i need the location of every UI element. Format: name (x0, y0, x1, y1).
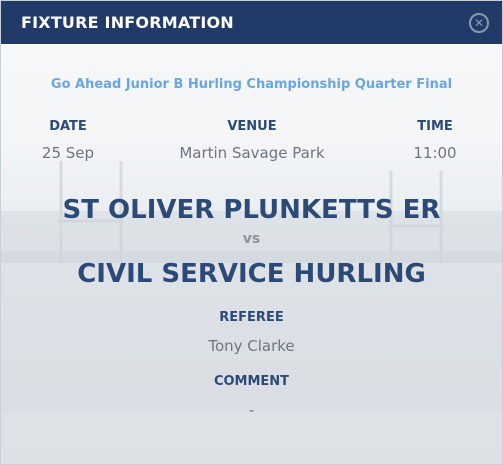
close-icon[interactable]: ✕ (469, 13, 489, 33)
time-column: TIME 11:00 (399, 119, 471, 162)
time-label: TIME (417, 119, 453, 134)
dialog-title: FIXTURE INFORMATION (21, 13, 234, 32)
referee-label: REFEREE (219, 310, 284, 325)
venue-label: VENUE (227, 119, 277, 134)
home-team-name: ST OLIVER PLUNKETTS ER (62, 195, 441, 225)
referee-value: Tony Clarke (208, 337, 295, 355)
date-label: DATE (49, 119, 87, 134)
away-team-name: CIVIL SERVICE HURLING (77, 259, 426, 289)
comment-value: - (248, 401, 255, 419)
versus-label: vs (242, 231, 261, 247)
fixture-details-row: DATE 25 Sep VENUE Martin Savage Park TIM… (1, 119, 502, 167)
venue-value: Martin Savage Park (179, 144, 325, 162)
venue-column: VENUE Martin Savage Park (151, 119, 353, 162)
fixture-information-dialog: FIXTURE INFORMATION ✕ Go Ahead Junior B … (0, 0, 503, 465)
comment-label: COMMENT (213, 374, 290, 389)
date-column: DATE 25 Sep (27, 119, 109, 162)
competition-name: Go Ahead Junior B Hurling Championship Q… (50, 77, 453, 92)
date-value: 25 Sep (41, 144, 95, 162)
time-value: 11:00 (413, 144, 457, 162)
dialog-header: FIXTURE INFORMATION ✕ (1, 1, 502, 44)
